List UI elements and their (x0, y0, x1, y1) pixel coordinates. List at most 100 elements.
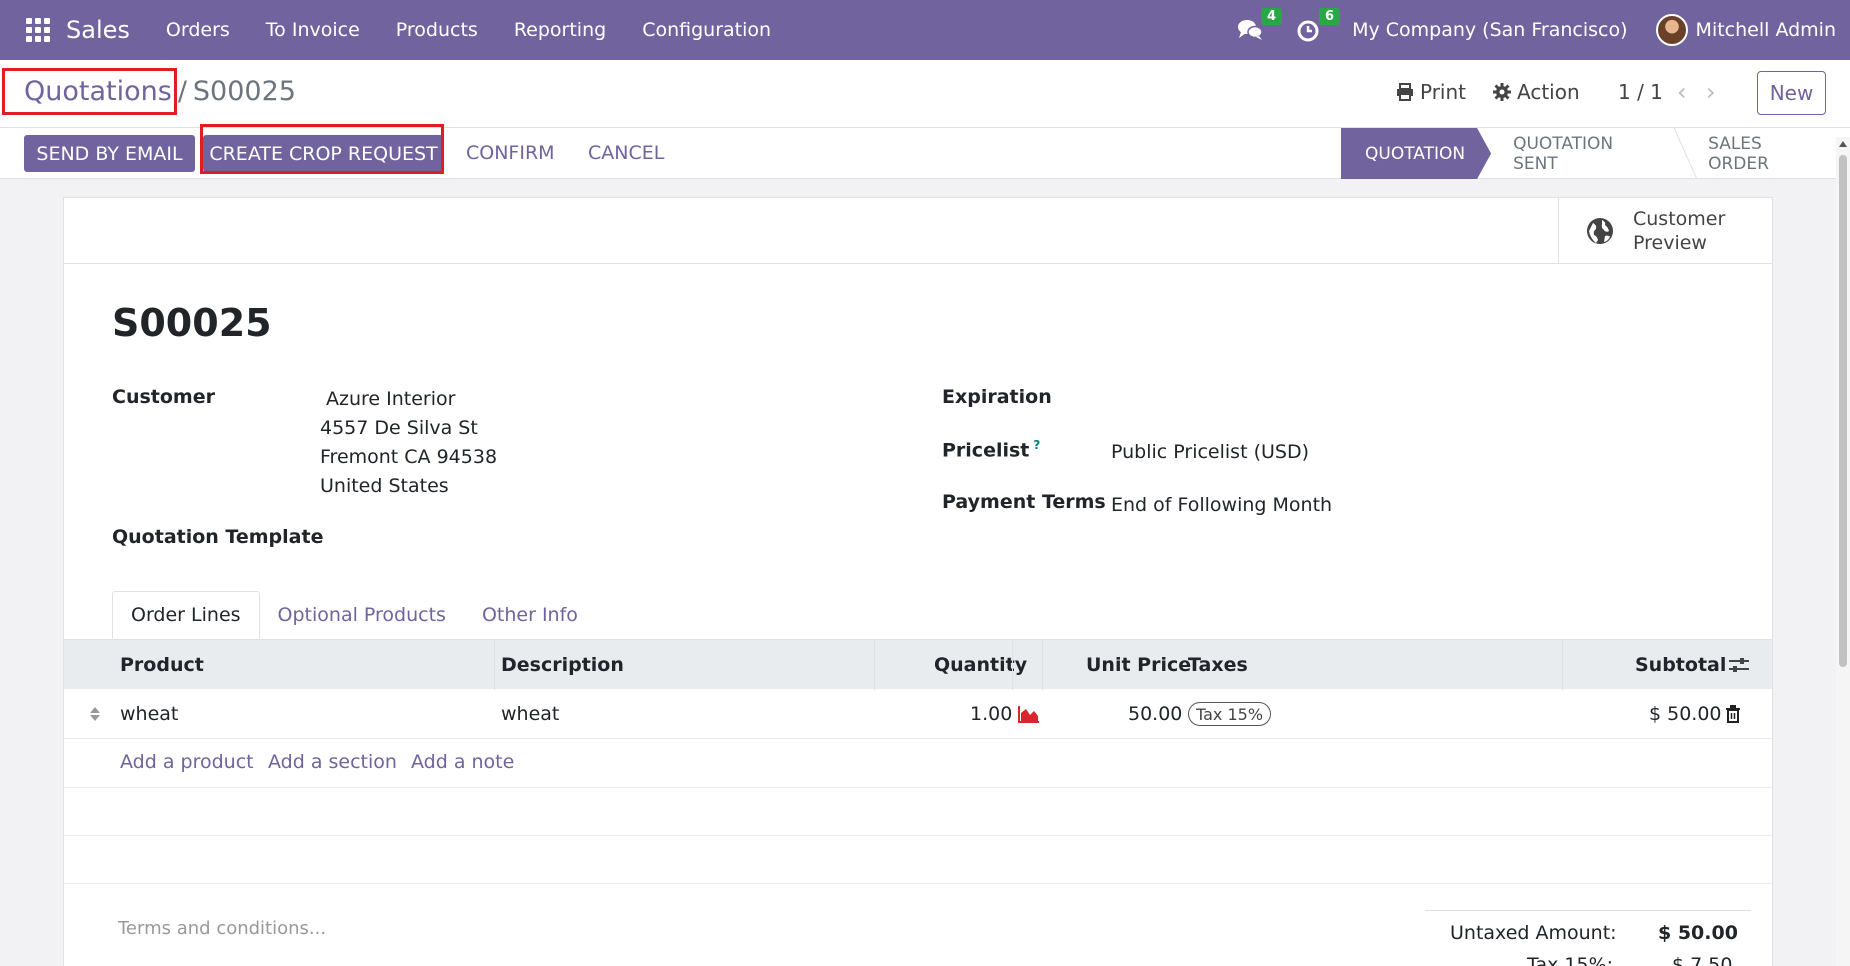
tax-amount-label: Tax 15%: (1527, 954, 1614, 966)
sort-icon (90, 707, 100, 721)
stage-quotation[interactable]: QUOTATION (1341, 128, 1491, 179)
action-label: Action (1517, 80, 1580, 104)
column-quantity[interactable]: Quantity (934, 640, 1027, 690)
customer-name-field[interactable]: Azure Interior (326, 388, 455, 410)
clock-icon (1297, 20, 1319, 42)
status-bar: SEND BY EMAIL CREATE CROP REQUEST CONFIR… (0, 124, 1850, 179)
forecast-chart-icon[interactable] (1018, 689, 1040, 739)
scroll-up-icon[interactable] (1839, 141, 1847, 147)
menu-orders[interactable]: Orders (166, 19, 230, 41)
breadcrumb-quotations[interactable]: Quotations (24, 76, 172, 107)
stage-quotation-sent[interactable]: QUOTATION SENT (1491, 128, 1685, 179)
terms-and-conditions-field[interactable]: Terms and conditions... (118, 918, 326, 939)
area-chart-icon (1018, 706, 1039, 723)
confirm-button[interactable]: CONFIRM (466, 142, 555, 164)
scrollbar-thumb[interactable] (1839, 155, 1847, 667)
column-divider (494, 640, 495, 690)
column-divider (1562, 640, 1563, 690)
column-divider (874, 640, 875, 690)
action-button[interactable]: Action (1493, 80, 1580, 104)
totals-divider (1425, 910, 1751, 911)
company-switcher[interactable]: My Company (San Francisco) (1352, 19, 1627, 41)
breadcrumb-current: S00025 (192, 76, 296, 107)
menu-reporting[interactable]: Reporting (514, 19, 606, 41)
column-product[interactable]: Product (120, 640, 204, 690)
column-divider (1042, 640, 1043, 690)
cell-description[interactable]: wheat (501, 689, 559, 739)
column-divider (1012, 640, 1013, 690)
add-note-link[interactable]: Add a note (411, 751, 514, 773)
preview-line-1: Customer (1633, 208, 1726, 230)
print-icon (1397, 83, 1413, 101)
empty-row (64, 788, 1772, 836)
column-taxes[interactable]: Taxes (1188, 640, 1248, 690)
navbar-systray: 4 6 My Company (San Francisco) Mitchell … (1236, 0, 1836, 60)
cell-product[interactable]: wheat (120, 689, 178, 739)
stage-sales-order[interactable]: SALES ORDER (1686, 128, 1850, 179)
pager-next-icon[interactable]: › (1706, 78, 1716, 106)
customer-street: 4557 De Silva St (320, 417, 478, 439)
add-line-row: Add a product Add a section Add a note (64, 740, 1772, 788)
trash-icon[interactable] (1725, 689, 1741, 739)
customer-label: Customer (112, 386, 215, 408)
top-navbar: Sales Orders To Invoice Products Reporti… (0, 0, 1850, 60)
pager-previous-icon[interactable]: ‹ (1677, 78, 1687, 106)
menu-to-invoice[interactable]: To Invoice (266, 19, 360, 41)
customer-country: United States (320, 475, 449, 497)
cell-quantity[interactable]: 1.00 (970, 689, 1012, 739)
tab-order-lines[interactable]: Order Lines (112, 591, 260, 639)
cell-taxes[interactable]: Tax 15% (1188, 689, 1272, 739)
activities-badge: 6 (1319, 8, 1341, 25)
activities-button[interactable]: 6 (1294, 8, 1341, 44)
cell-subtotal: $ 50.00 (1649, 703, 1722, 725)
control-panel: Quotations / S00025 Print Action 1 / 1 ‹… (0, 60, 1850, 128)
order-lines-header: Product Description Quantity Unit Price … (64, 639, 1772, 690)
menu-configuration[interactable]: Configuration (642, 19, 771, 41)
pricelist-label-text: Pricelist (942, 439, 1030, 462)
add-section-link[interactable]: Add a section (268, 751, 397, 773)
new-button[interactable]: New (1757, 71, 1826, 115)
add-product-link[interactable]: Add a product (120, 751, 254, 773)
pager-value[interactable]: 1 / 1 (1618, 80, 1663, 104)
tab-optional-products[interactable]: Optional Products (260, 591, 464, 639)
table-row[interactable]: wheat wheat 1.00 50.00 Tax 15% $ 50.00 (64, 689, 1772, 739)
messages-button[interactable]: 4 (1236, 8, 1283, 44)
empty-row (64, 836, 1772, 884)
globe-icon (1587, 218, 1613, 244)
untaxed-amount-label: Untaxed Amount: (1450, 922, 1617, 944)
user-avatar[interactable] (1655, 14, 1688, 46)
gear-icon (1493, 83, 1511, 101)
quotation-template-label: Quotation Template (112, 526, 324, 548)
column-unit-price[interactable]: Unit Price (1086, 640, 1191, 690)
payment-terms-field[interactable]: End of Following Month (1111, 494, 1332, 516)
notebook-tabs: Order Lines Optional Products Other Info (112, 591, 596, 639)
user-menu[interactable]: Mitchell Admin (1696, 19, 1836, 41)
breadcrumb-separator: / (177, 76, 187, 107)
row-drag-handle-icon[interactable] (89, 689, 101, 739)
cell-unit-price[interactable]: 50.00 (1128, 689, 1182, 739)
quotation-template-field[interactable] (320, 524, 740, 552)
pricelist-field[interactable]: Public Pricelist (USD) (1111, 441, 1309, 463)
optional-columns-icon[interactable] (1728, 640, 1750, 690)
page-scrollbar[interactable] (1836, 137, 1850, 966)
tab-other-info[interactable]: Other Info (464, 591, 596, 639)
create-crop-request-button[interactable]: CREATE CROP REQUEST (203, 135, 444, 172)
column-subtotal[interactable]: Subtotal (1635, 640, 1726, 690)
preview-line-2: Preview (1633, 232, 1707, 254)
messages-badge: 4 (1261, 8, 1283, 25)
apps-menu-icon[interactable] (26, 18, 50, 42)
expiration-field[interactable] (1111, 384, 1531, 412)
customer-preview-label: Customer Preview (1633, 207, 1725, 255)
send-by-email-button[interactable]: SEND BY EMAIL (24, 135, 195, 172)
app-name[interactable]: Sales (66, 16, 130, 44)
menu-products[interactable]: Products (396, 19, 478, 41)
print-button[interactable]: Print (1396, 80, 1466, 104)
form-sheet: Customer Preview S00025 Customer Azure I… (63, 197, 1773, 966)
column-description[interactable]: Description (501, 640, 624, 690)
untaxed-amount-value: $ 50.00 (1658, 922, 1738, 944)
cancel-button[interactable]: CANCEL (588, 142, 664, 164)
tax-amount-value: $ 7.50 (1672, 954, 1733, 966)
pricelist-label: Pricelist? (942, 438, 1040, 461)
pricelist-help-icon[interactable]: ? (1033, 438, 1040, 452)
customer-preview-button[interactable]: Customer Preview (1558, 198, 1772, 264)
